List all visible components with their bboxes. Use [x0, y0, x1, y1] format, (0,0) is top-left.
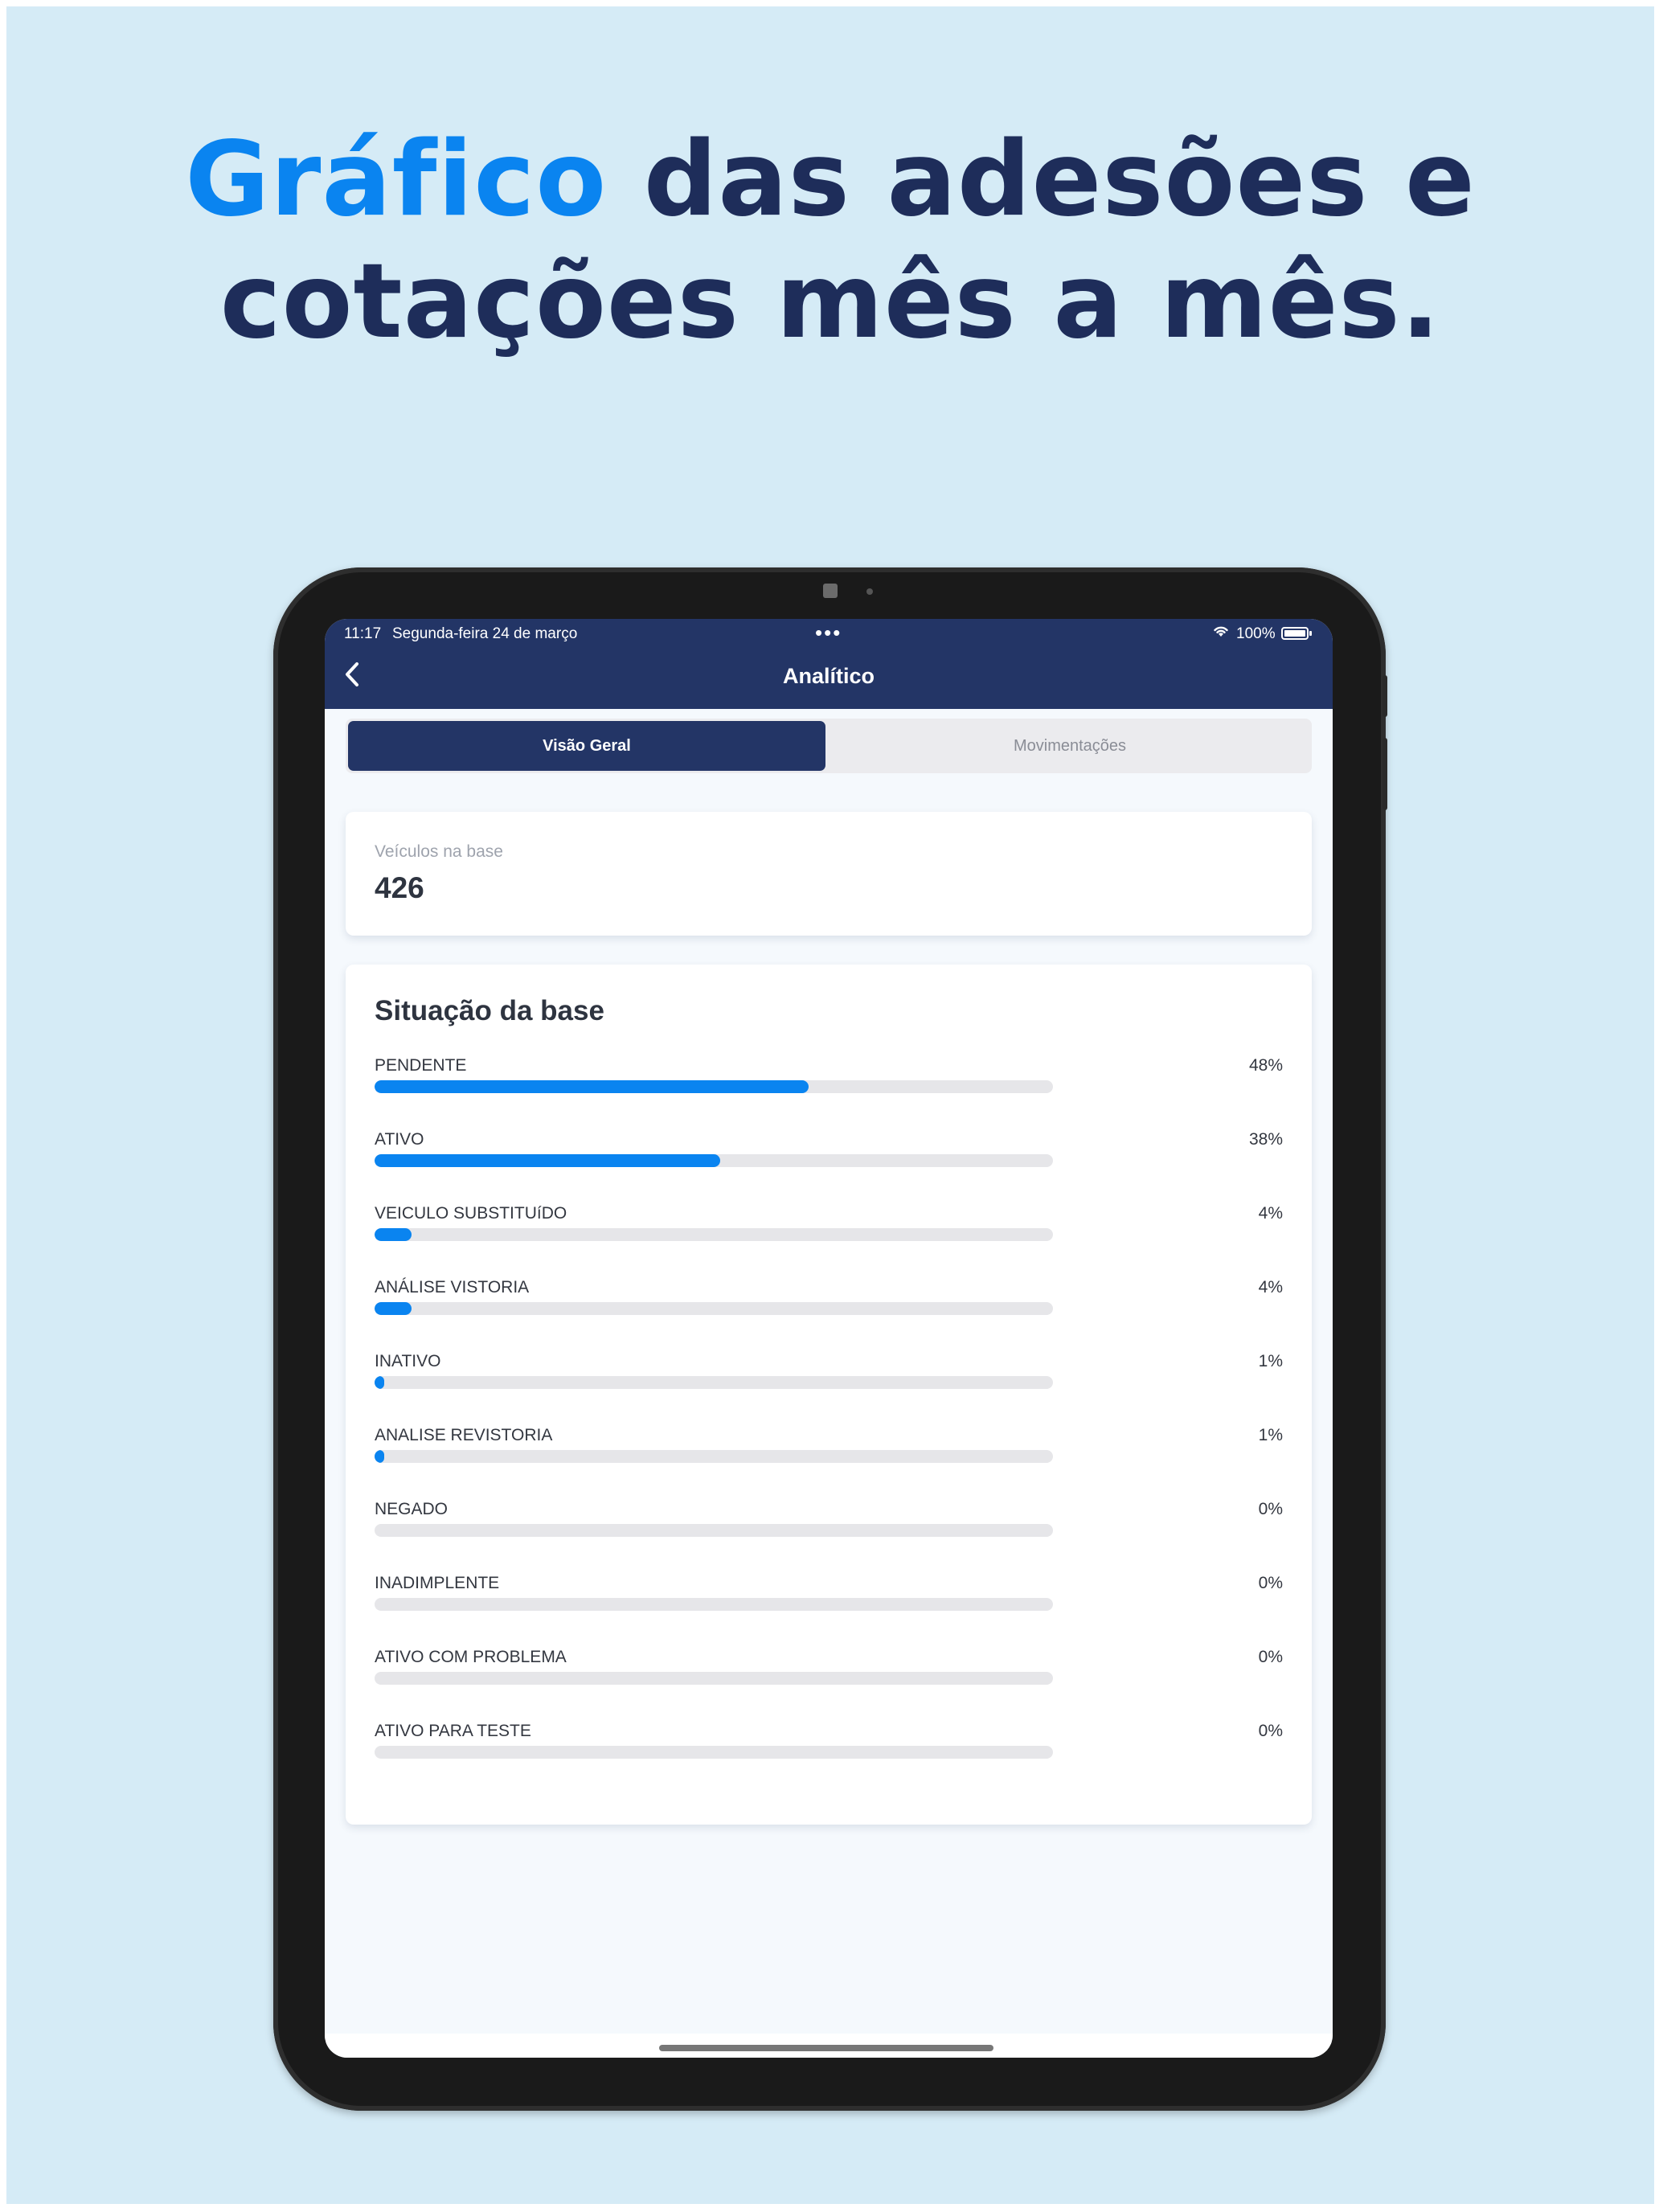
- progress-track: [375, 1228, 1053, 1241]
- status-row: ATIVO PARA TESTE 0%: [375, 1722, 1283, 1770]
- page-title: Analítico: [782, 664, 875, 688]
- status-row-percentage: 4%: [1258, 1204, 1283, 1223]
- progress-track: [375, 1524, 1053, 1537]
- progress-track: [375, 1598, 1053, 1611]
- battery-percentage: 100%: [1236, 625, 1276, 642]
- progress-track: [375, 1376, 1053, 1389]
- progress-fill: [375, 1228, 412, 1241]
- battery-icon: [1281, 627, 1312, 640]
- wifi-icon: [1212, 624, 1230, 643]
- status-row-label: PENDENTE: [375, 1056, 467, 1075]
- navigation-bar: 11:17 Segunda-feira 24 de março ••• 100%: [325, 619, 1333, 709]
- vehicles-card: Veículos na base 426: [346, 812, 1312, 936]
- status-row: ATIVO COM PROBLEMA 0%: [375, 1648, 1283, 1696]
- progress-track: [375, 1450, 1053, 1463]
- segmented-control: Visão Geral Movimentações: [346, 719, 1312, 773]
- status-card-title: Situação da base: [375, 995, 604, 1026]
- vehicles-count: 426: [375, 871, 424, 904]
- status-row-percentage: 1%: [1258, 1426, 1283, 1444]
- progress-track: [375, 1302, 1053, 1315]
- sensor-icon: [866, 588, 873, 595]
- progress-fill: [375, 1302, 412, 1315]
- status-row: ANALISE REVISTORIA 1%: [375, 1426, 1283, 1474]
- progress-track: [375, 1672, 1053, 1685]
- multitasking-dots[interactable]: •••: [815, 621, 842, 645]
- status-date: Segunda-feira 24 de março: [392, 625, 578, 642]
- status-row-label: ANALISE REVISTORIA: [375, 1426, 553, 1444]
- status-row-percentage: 0%: [1258, 1574, 1283, 1592]
- side-button: [1382, 675, 1387, 717]
- status-row-percentage: 1%: [1258, 1352, 1283, 1370]
- status-row: PENDENTE 48%: [375, 1056, 1283, 1104]
- status-time: 11:17: [344, 625, 382, 642]
- status-row: ANÁLISE VISTORIA 4%: [375, 1278, 1283, 1326]
- status-row: VEICULO SUBSTITUíDO 4%: [375, 1204, 1283, 1252]
- status-row-label: NEGADO: [375, 1500, 449, 1518]
- status-row: NEGADO 0%: [375, 1500, 1283, 1548]
- progress-track: [375, 1154, 1053, 1167]
- headline-line2: cotações mês a mês.: [219, 242, 1441, 362]
- status-row-percentage: 0%: [1258, 1722, 1283, 1740]
- status-bar: 11:17 Segunda-feira 24 de março ••• 100%: [325, 619, 1333, 651]
- progress-fill: [375, 1080, 809, 1093]
- status-row-percentage: 0%: [1258, 1648, 1283, 1666]
- headline-accent: Gráfico: [185, 120, 608, 240]
- status-row-label: VEICULO SUBSTITUíDO: [375, 1204, 567, 1223]
- progress-fill: [375, 1154, 721, 1167]
- home-indicator[interactable]: [659, 2045, 993, 2051]
- status-row: ATIVO 38%: [375, 1130, 1283, 1178]
- status-row-percentage: 4%: [1258, 1278, 1283, 1296]
- headline-line1: das adesões e: [607, 120, 1476, 240]
- vehicles-label: Veículos na base: [375, 842, 503, 861]
- promo-headline: Gráfico das adesões e cotações mês a mês…: [6, 119, 1654, 363]
- progress-track: [375, 1746, 1053, 1759]
- status-row: INADIMPLENTE 0%: [375, 1574, 1283, 1622]
- tab-movimentacoes[interactable]: Movimentações: [831, 721, 1309, 771]
- app-screen: 11:17 Segunda-feira 24 de março ••• 100%: [325, 619, 1333, 2058]
- status-row-label: ATIVO COM PROBLEMA: [375, 1648, 567, 1666]
- tablet-frame: 11:17 Segunda-feira 24 de março ••• 100%: [273, 567, 1387, 2111]
- status-row-percentage: 38%: [1248, 1130, 1283, 1149]
- status-row-percentage: 0%: [1258, 1500, 1283, 1518]
- status-row-label: ATIVO: [375, 1130, 424, 1149]
- status-row-percentage: 48%: [1248, 1056, 1283, 1075]
- progress-fill: [375, 1376, 384, 1389]
- status-row-label: ANÁLISE VISTORIA: [375, 1278, 530, 1296]
- status-row-label: ATIVO PARA TESTE: [375, 1722, 531, 1740]
- tab-visao-geral[interactable]: Visão Geral: [348, 721, 825, 771]
- status-card: Situação da base PENDENTE 48% ATIVO 38% VEIC…: [346, 965, 1312, 1825]
- camera-icon: [823, 584, 838, 598]
- status-row-label: INADIMPLENTE: [375, 1574, 500, 1592]
- progress-track: [375, 1080, 1053, 1093]
- progress-fill: [375, 1450, 384, 1463]
- status-row: INATIVO 1%: [375, 1352, 1283, 1400]
- volume-button: [1382, 738, 1387, 810]
- status-row-label: INATIVO: [375, 1352, 441, 1370]
